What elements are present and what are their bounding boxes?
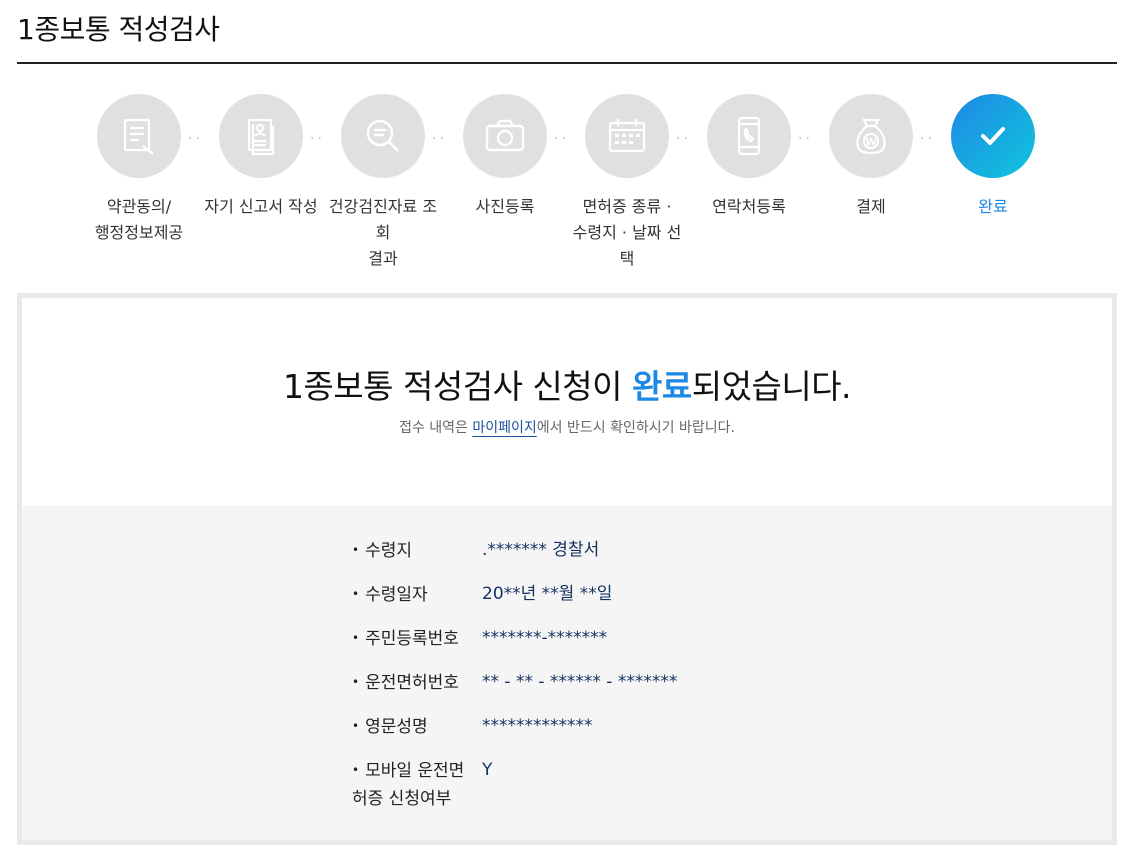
step-connector: ··	[188, 131, 203, 147]
step-photo-label: 사진등록	[475, 197, 535, 216]
step-connector: ··	[310, 131, 325, 147]
bullet-icon: •	[352, 587, 360, 601]
step-terms-label: 약관동의/ 행정정보제공	[94, 197, 184, 242]
step-connector: ··	[676, 131, 691, 147]
step-self-report-circle	[219, 94, 303, 178]
mypage-link[interactable]: 마이페이지	[472, 420, 536, 436]
detail-label: 주민등록번호	[365, 629, 459, 649]
check-icon	[981, 127, 1005, 145]
detail-label: 영문성명	[365, 717, 428, 737]
step-photo-circle	[463, 94, 547, 178]
step-payment-label: 결제	[856, 197, 886, 216]
document-edit-icon	[123, 118, 154, 155]
detail-label: 모바일 운전면허증 신청여부	[352, 761, 465, 809]
step-contact-label: 연락처등록	[712, 197, 786, 216]
step-payment-circle: W	[829, 94, 913, 178]
bullet-icon: •	[352, 763, 360, 777]
title-divider	[17, 62, 1117, 64]
step-contact-circle	[707, 94, 791, 178]
detail-value: 20**년 **월 **일	[482, 584, 613, 604]
subtext-prefix: 접수 내역은	[399, 420, 473, 436]
step-health-check-label: 건강검진자료 조회 결과	[328, 197, 438, 268]
detail-value: *************	[482, 716, 593, 736]
bullet-icon: •	[352, 719, 360, 733]
headline-suffix: 되었습니다.	[691, 367, 852, 406]
page-title: 1종보통 적성검사	[17, 13, 220, 46]
detail-label: 수령일자	[365, 585, 428, 605]
phone-icon	[737, 116, 761, 156]
step-license-type-label: 면허증 종류 · 수령지 · 날짜 선택	[572, 197, 682, 268]
completion-headline: 1종보통 적성검사 신청이 완료되었습니다.	[22, 360, 1112, 408]
bullet-icon: •	[352, 543, 360, 557]
money-bag-icon: W	[856, 118, 886, 155]
application-details: • 수령지 .******* 경찰서 • 수령일자 20**년 **월 **일 • 주…	[22, 506, 1112, 840]
step-terms-circle	[97, 94, 181, 178]
bullet-icon: •	[352, 675, 360, 689]
step-license-type-circle	[585, 94, 669, 178]
camera-icon	[485, 119, 525, 152]
bullet-icon: •	[352, 631, 360, 645]
detail-value: ** - ** - ****** - *******	[482, 672, 678, 692]
completion-panel: 1종보통 적성검사 신청이 완료되었습니다. 접수 내역은 마이페이지에서 반드…	[17, 293, 1117, 845]
profile-document-icon	[247, 118, 275, 156]
step-complete-circle	[951, 94, 1035, 178]
detail-label: 운전면허번호	[365, 673, 459, 693]
detail-value: *******-*******	[482, 628, 608, 648]
headline-prefix: 1종보통 적성검사 신청이	[282, 367, 633, 406]
step-self-report-label: 자기 신고서 작성	[204, 197, 318, 216]
step-connector: ··	[798, 131, 813, 147]
step-health-check-circle	[341, 94, 425, 178]
step-connector: ··	[432, 131, 447, 147]
step-connector: ··	[554, 131, 569, 147]
completion-message-area: 1종보통 적성검사 신청이 완료되었습니다. 접수 내역은 마이페이지에서 반드…	[22, 298, 1112, 506]
headline-highlight: 완료	[632, 367, 692, 406]
svg-text:W: W	[865, 137, 876, 148]
progress-steps: ·· 약관동의/ 행정정보제공 ·· 자기 신고서 작성 ·· 건강검진자료 조…	[0, 94, 1129, 268]
detail-value: Y	[482, 760, 493, 780]
completion-subtext: 접수 내역은 마이페이지에서 반드시 확인하시기 바랍니다.	[22, 417, 1112, 437]
step-complete-label: 완료	[978, 197, 1008, 216]
calendar-icon	[608, 119, 646, 153]
detail-value: .******* 경찰서	[482, 540, 600, 560]
subtext-suffix: 에서 반드시 확인하시기 바랍니다.	[536, 420, 735, 436]
step-connector: ··	[920, 131, 935, 147]
detail-label: 수령지	[365, 541, 412, 561]
search-document-icon	[366, 119, 399, 152]
